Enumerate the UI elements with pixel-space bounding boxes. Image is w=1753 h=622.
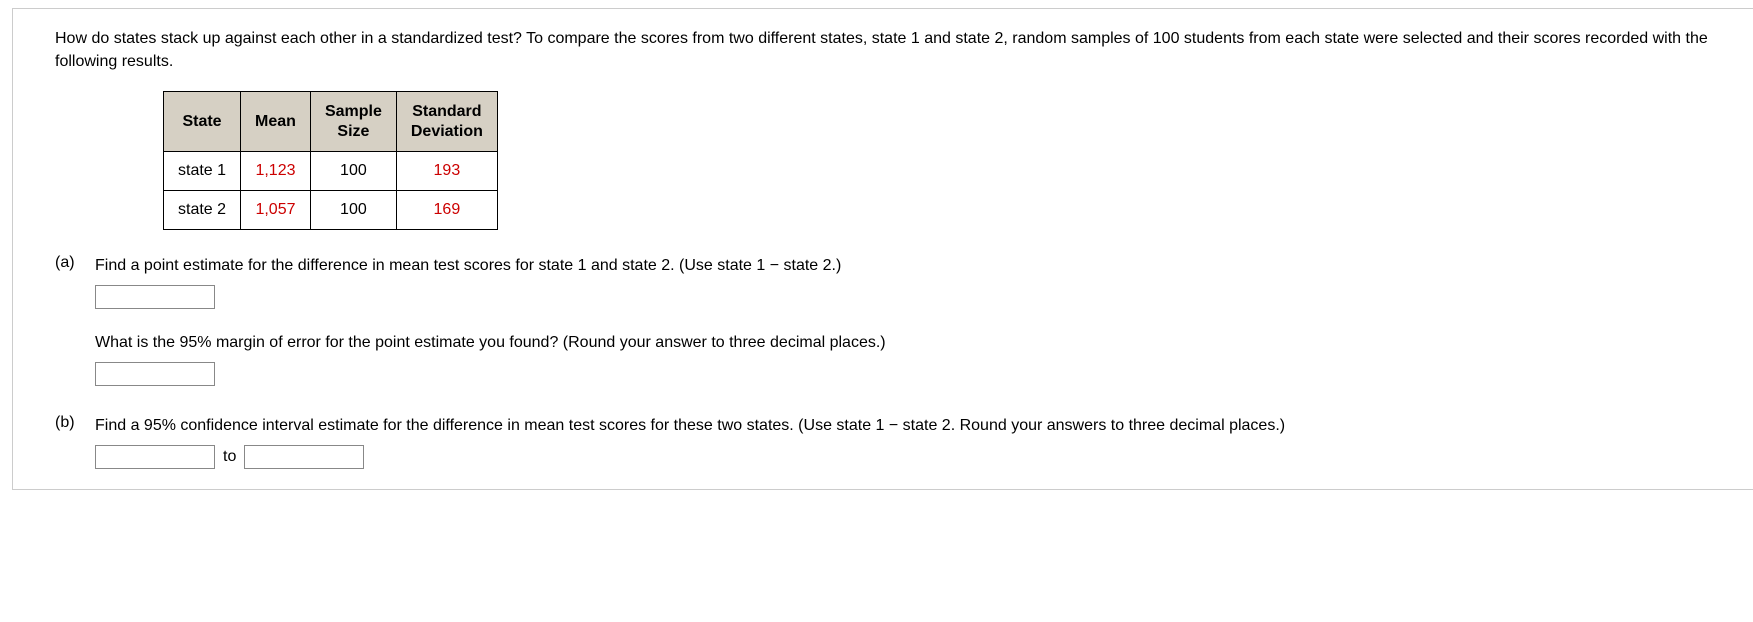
part-a-q1: Find a point estimate for the difference…	[95, 254, 1723, 277]
data-table-wrap: State Mean Sample Size Standard Deviatio…	[163, 91, 1723, 229]
cell-mean: 1,123	[241, 151, 311, 190]
col-std: Standard Deviation	[396, 92, 497, 151]
part-b-ci-lower-input[interactable]	[95, 445, 215, 469]
table-row: state 1 1,123 100 193	[164, 151, 498, 190]
question-container: How do states stack up against each othe…	[12, 8, 1753, 490]
part-b-ci-upper-input[interactable]	[244, 445, 364, 469]
col-std-l2: Deviation	[411, 123, 483, 140]
part-a-answer2-wrap	[95, 362, 1723, 386]
part-a-point-estimate-input[interactable]	[95, 285, 215, 309]
part-b-q1: Find a 95% confidence interval estimate …	[95, 414, 1723, 437]
cell-n: 100	[310, 151, 396, 190]
table-header-row: State Mean Sample Size Standard Deviatio…	[164, 92, 498, 151]
cell-mean: 1,057	[241, 190, 311, 229]
part-b-label: (b)	[55, 414, 95, 432]
table-row: state 2 1,057 100 169	[164, 190, 498, 229]
data-table: State Mean Sample Size Standard Deviatio…	[163, 91, 498, 229]
part-a: (a) Find a point estimate for the differ…	[55, 254, 1723, 408]
cell-sd: 169	[396, 190, 497, 229]
to-label: to	[223, 448, 236, 466]
col-mean: Mean	[241, 92, 311, 151]
parts: (a) Find a point estimate for the differ…	[55, 254, 1723, 470]
part-a-label: (a)	[55, 254, 95, 272]
col-state: State	[164, 92, 241, 151]
part-b-body: Find a 95% confidence interval estimate …	[95, 414, 1723, 469]
question-inner: How do states stack up against each othe…	[13, 9, 1753, 485]
col-sample-size-l2: Size	[337, 123, 369, 140]
part-a-answer1-wrap	[95, 285, 1723, 309]
part-a-q2: What is the 95% margin of error for the …	[95, 331, 1723, 354]
col-sample-size: Sample Size	[310, 92, 396, 151]
part-a-margin-error-input[interactable]	[95, 362, 215, 386]
col-sample-size-l1: Sample	[325, 103, 382, 120]
cell-n: 100	[310, 190, 396, 229]
col-std-l1: Standard	[412, 103, 481, 120]
part-b-interval-wrap: to	[95, 445, 1723, 469]
part-a-body: Find a point estimate for the difference…	[95, 254, 1723, 408]
cell-sd: 193	[396, 151, 497, 190]
cell-state: state 1	[164, 151, 241, 190]
cell-state: state 2	[164, 190, 241, 229]
intro-text: How do states stack up against each othe…	[55, 27, 1723, 73]
part-b: (b) Find a 95% confidence interval estim…	[55, 414, 1723, 469]
